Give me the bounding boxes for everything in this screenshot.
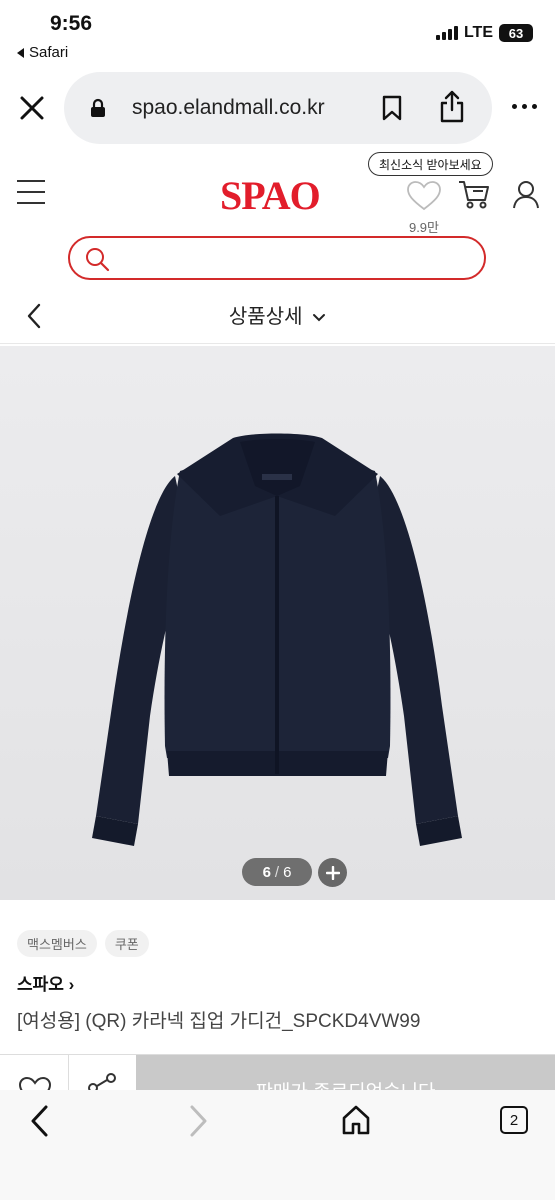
browser-forward-icon[interactable] [186,1104,210,1138]
page-title: 상품상세 [228,306,303,328]
close-icon[interactable] [18,94,46,122]
user-icon[interactable] [512,180,540,210]
home-icon[interactable] [340,1104,372,1136]
tag-max-members: 맥스멤버스 [17,930,97,957]
bookmark-icon[interactable] [380,94,404,122]
battery-icon: 63 [499,24,533,42]
gallery-total: 6 [283,863,292,881]
wishlist-count: 9.9만 [408,220,440,235]
search-icon [86,248,110,272]
heart-icon [407,181,441,211]
browser-toolbar: 2 [0,1090,555,1200]
back-app-label: Safari [29,44,69,61]
site-header: SPAO 최신소식 받아보세요 9.9만 [0,150,555,240]
page-subnav: 상품상세 [0,288,555,344]
share-icon[interactable] [438,90,466,124]
gallery-current: 6 [262,863,271,881]
address-bar[interactable]: spao.elandmall.co.kr [64,72,492,144]
signal-icon [435,26,458,40]
search-input[interactable] [122,244,462,272]
brand-logo[interactable]: SPAO [220,172,321,219]
wishlist-button[interactable]: 9.9만 [404,180,444,236]
gallery-expand-button[interactable] [318,858,347,887]
browser-back-icon[interactable] [28,1104,52,1138]
search-box[interactable] [68,236,486,280]
brand-link[interactable]: 스파오 › [17,970,74,995]
product-name: [여성용] (QR) 카라넥 집업 가디건_SPCKD4VW99 [17,1011,421,1032]
status-time: 9:56 [50,12,93,35]
plus-icon [325,865,340,880]
gallery-counter: 6 / 6 [242,858,312,886]
purchase-bar: 판매가 종료되었습니다 [0,1054,555,1094]
soldout-button[interactable]: 판매가 종료되었습니다 [136,1055,555,1094]
browser-address-row: spao.elandmall.co.kr [0,70,555,146]
cardigan-illustration [0,346,555,900]
cart-icon[interactable] [457,178,491,210]
divider [68,1055,69,1094]
status-bar: 9:56 Safari LTE 63 [0,0,555,68]
product-image[interactable] [0,346,555,900]
chevron-down-icon [313,313,326,322]
lock-icon [91,98,105,117]
page-title-dropdown[interactable]: 상품상세 [0,300,555,329]
tag-coupon: 쿠폰 [104,930,149,957]
network-type: LTE [463,24,493,41]
newsletter-tooltip: 최신소식 받아보세요 [368,152,493,176]
back-triangle-icon [17,47,24,58]
tabs-button[interactable]: 2 [500,1106,528,1134]
menu-icon[interactable] [17,180,45,213]
product-tags: 맥스멤버스 쿠폰 [17,930,149,957]
url-text: spao.elandmall.co.kr [132,96,325,119]
back-to-app-link[interactable]: Safari [17,44,68,61]
more-options-icon[interactable] [512,104,537,109]
